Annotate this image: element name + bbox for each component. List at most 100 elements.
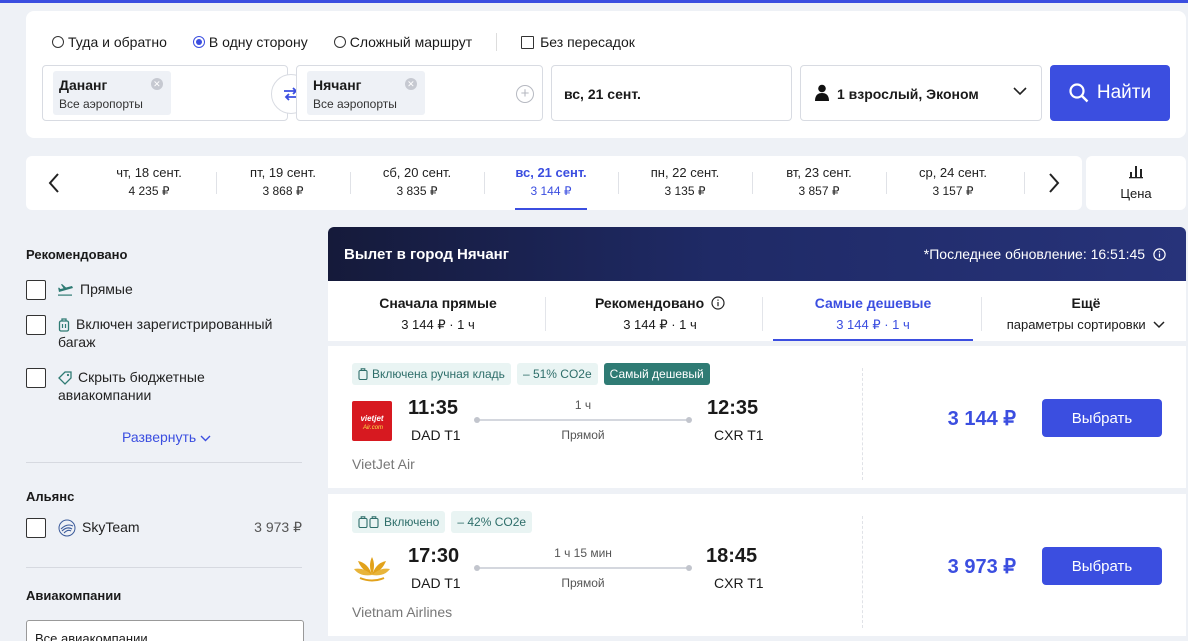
- date-cell[interactable]: пт, 19 сент. 3 868 ₽: [216, 156, 350, 210]
- sort-cheapest[interactable]: Самые дешевые 3 144 ₽ · 1 ч: [798, 295, 948, 333]
- flight-price: 3 973 ₽: [947, 556, 1016, 578]
- flight-duration: 1 ч 15 мин: [554, 546, 612, 560]
- filter-hide-budget[interactable]: Скрыть бюджетные авиакомпании: [26, 368, 288, 404]
- checkbox-icon: [26, 280, 46, 300]
- chevron-right-icon: [1049, 173, 1060, 193]
- sort-direct-first[interactable]: Сначала прямые 3 144 ₽ · 1 ч: [368, 295, 508, 333]
- date-strip: чт, 18 сент. 4 235 ₽ пт, 19 сент. 3 868 …: [26, 156, 1082, 210]
- trip-type-row: Туда и обратно В одну сторону Сложный ма…: [52, 33, 635, 51]
- badge-hand-luggage: Включена ручная кладь: [352, 363, 511, 385]
- plane-icon: [58, 284, 73, 296]
- badge-cheapest: Самый дешевый: [603, 363, 710, 385]
- trip-type-roundtrip[interactable]: Туда и обратно: [52, 34, 167, 50]
- flight-stops: Прямой: [561, 428, 605, 442]
- divider: [862, 516, 863, 628]
- last-update: *Последнее обновление: 16:51:45: [924, 246, 1166, 262]
- add-city-icon[interactable]: +: [516, 85, 534, 103]
- flight-card[interactable]: Включена ручная кладь – 51% CO2e Самый д…: [328, 346, 1186, 488]
- info-icon[interactable]: [711, 296, 725, 310]
- date-field[interactable]: вс, 21 сент.: [551, 65, 792, 121]
- badge-co2: – 42% CO2e: [451, 511, 533, 533]
- results-banner: Вылет в город Нячанг *Последнее обновлен…: [328, 227, 1186, 281]
- date-cell[interactable]: вт, 23 сент. 3 857 ₽: [752, 156, 886, 210]
- recommended-heading: Рекомендовано: [26, 247, 128, 262]
- info-icon[interactable]: [1153, 248, 1166, 261]
- clear-origin-icon[interactable]: ✕: [150, 78, 163, 90]
- destination-chip: Нячанг Все аэропорты ✕: [307, 71, 425, 115]
- departure-time: 17:30: [408, 545, 460, 567]
- origin-field[interactable]: Дананг Все аэропорты ✕: [42, 65, 288, 121]
- departure-airport: DAD T1: [411, 427, 461, 443]
- next-dates-button[interactable]: [1034, 156, 1074, 210]
- badge-baggage-included: Включено: [352, 511, 446, 533]
- nonstop-checkbox[interactable]: Без пересадок: [521, 34, 635, 50]
- luggage-icon: [58, 318, 70, 332]
- badge-co2: – 51% CO2e: [516, 363, 598, 385]
- filter-skyteam[interactable]: SkyTeam: [26, 518, 288, 538]
- flight-duration: 1 ч: [574, 398, 592, 412]
- search-button[interactable]: Найти: [1050, 65, 1170, 121]
- date-cell[interactable]: ср, 24 сент. 3 157 ₽: [886, 156, 1020, 210]
- route-line: [474, 565, 692, 571]
- date-cell[interactable]: пн, 22 сент. 3 135 ₽: [618, 156, 752, 210]
- prev-dates-button[interactable]: [34, 156, 74, 210]
- flight-badges: Включена ручная кладь – 51% CO2e Самый д…: [352, 363, 716, 385]
- divider: [862, 368, 863, 480]
- destination-field[interactable]: Нячанг Все аэропорты ✕ +: [296, 65, 543, 121]
- select-flight-button[interactable]: Выбрать: [1042, 399, 1162, 437]
- clear-destination-icon[interactable]: ✕: [404, 78, 417, 90]
- filter-baggage[interactable]: Включен зарегистрированный багаж: [26, 315, 288, 351]
- divider: [26, 567, 302, 568]
- luggage-icon: [358, 368, 368, 380]
- date-cell-active[interactable]: вс, 21 сент. 3 144 ₽: [484, 156, 618, 210]
- radio-icon: [52, 36, 64, 48]
- flight-stops: Прямой: [561, 576, 605, 590]
- sort-more[interactable]: Ещё параметры сортировки: [998, 295, 1174, 332]
- passengers-field[interactable]: 1 взрослый, Эконом: [800, 65, 1042, 121]
- departure-time: 11:35: [408, 397, 459, 419]
- alliance-heading: Альянс: [26, 489, 75, 504]
- filter-direct[interactable]: Прямые: [26, 280, 288, 300]
- user-icon: [815, 84, 829, 101]
- tag-icon: [58, 371, 72, 386]
- trip-type-multicity[interactable]: Сложный маршрут: [333, 34, 472, 50]
- arrival-time: 18:45: [706, 545, 758, 567]
- luggage-icon: [358, 516, 379, 528]
- flight-card[interactable]: Включено – 42% CO2e 17:30 DAD T1 1 ч 15 …: [328, 494, 1186, 636]
- skyteam-logo-icon: [58, 519, 76, 537]
- airline-name: Vietnam Airlines: [352, 604, 453, 620]
- chevron-down-icon: [1153, 321, 1165, 329]
- arrival-airport: CXR T1: [714, 575, 764, 591]
- skyteam-price: 3 973 ₽: [254, 519, 302, 535]
- divider: [1024, 172, 1025, 194]
- checkbox-icon: [26, 518, 46, 538]
- origin-chip: Дананг Все аэропорты ✕: [53, 71, 171, 115]
- sort-bar: Сначала прямые 3 144 ₽ · 1 ч Рекомендова…: [328, 281, 1186, 341]
- expand-filters-link[interactable]: Развернуть: [122, 429, 211, 445]
- airlines-select[interactable]: Все авиакомпании: [26, 620, 304, 641]
- chevron-down-icon: [1013, 87, 1027, 96]
- price-sort-button[interactable]: Цена: [1086, 156, 1186, 210]
- divider: [981, 297, 982, 331]
- sort-recommended[interactable]: Рекомендовано 3 144 ₽ · 1 ч: [580, 295, 740, 333]
- arrival-airport: CXR T1: [714, 427, 764, 443]
- top-accent-line: [0, 0, 1188, 3]
- vietjet-logo: vietjet Air.com: [352, 401, 392, 441]
- svg-text:Air.com: Air.com: [362, 425, 383, 431]
- chevron-down-icon: [200, 435, 211, 442]
- route-line: [474, 417, 692, 423]
- select-flight-button[interactable]: Выбрать: [1042, 547, 1162, 585]
- airlines-heading: Авиакомпании: [26, 588, 122, 603]
- active-sort-underline: [773, 339, 973, 341]
- flight-price: 3 144 ₽: [947, 408, 1016, 430]
- search-icon: [1069, 83, 1089, 103]
- date-cell[interactable]: чт, 18 сент. 4 235 ₽: [82, 156, 216, 210]
- bar-chart-icon: [1129, 166, 1143, 179]
- divider: [545, 297, 546, 331]
- checkbox-icon: [26, 315, 46, 335]
- checkbox-icon: [26, 368, 46, 388]
- trip-type-oneway[interactable]: В одну сторону: [192, 34, 308, 50]
- divider: [496, 33, 498, 51]
- date-cell[interactable]: сб, 20 сент. 3 835 ₽: [350, 156, 484, 210]
- svg-text:vietjet: vietjet: [360, 414, 383, 423]
